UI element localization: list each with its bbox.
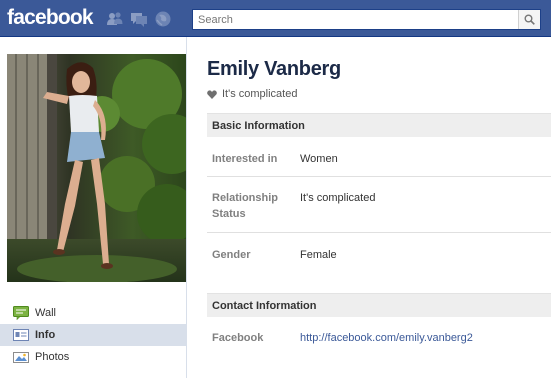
contact-information-header: Contact Information: [207, 293, 551, 317]
info-icon: [13, 329, 29, 341]
info-value: It's complicated: [300, 192, 376, 204]
jewel-bar: [106, 10, 172, 28]
sidebar-item-wall[interactable]: Wall: [0, 302, 186, 324]
info-value: Women: [300, 153, 338, 165]
basic-information-header: Basic Information: [207, 113, 551, 137]
info-label: Gender: [212, 249, 251, 261]
info-label: Relationship Status: [212, 192, 279, 220]
profile-nav: Wall Info Photos: [0, 302, 186, 368]
top-bar: facebook: [0, 0, 551, 37]
photos-icon: [13, 352, 29, 363]
info-value: Female: [300, 249, 337, 261]
info-label: Facebook: [212, 332, 264, 344]
profile-picture[interactable]: [7, 54, 186, 282]
profile-name: Emily Vanberg: [207, 58, 341, 80]
profile-photo-image: [7, 54, 186, 282]
facebook-logo[interactable]: facebook: [7, 6, 94, 30]
main-content: Emily Vanberg It's complicated Basic Inf…: [187, 37, 551, 378]
search-box: [192, 9, 541, 30]
info-row-gender: Gender Female: [207, 233, 551, 273]
info-row-facebook: Facebook http://facebook.com/emily.vanbe…: [207, 323, 551, 351]
relationship-status-line: It's complicated: [207, 88, 297, 100]
status-text: It's complicated: [222, 88, 298, 100]
sidebar-item-label: Wall: [35, 307, 56, 319]
facebook-profile-link[interactable]: http://facebook.com/emily.vanberg2: [300, 330, 473, 346]
heart-icon: [207, 89, 217, 99]
sidebar-item-photos[interactable]: Photos: [0, 346, 186, 368]
search-input[interactable]: [193, 10, 518, 29]
info-label: Interested in: [212, 153, 278, 165]
messages-icon[interactable]: [130, 10, 148, 28]
info-row-interested-in: Interested in Women: [207, 143, 551, 177]
info-row-relationship-status: Relationship Status It's complicated: [207, 177, 551, 233]
notifications-icon[interactable]: [154, 10, 172, 28]
search-icon: [524, 14, 535, 25]
left-column: Wall Info Photos: [0, 37, 186, 378]
sidebar-item-info[interactable]: Info: [0, 324, 186, 346]
search-button[interactable]: [518, 10, 540, 29]
wall-icon: [13, 306, 29, 320]
sidebar-item-label: Photos: [35, 351, 70, 363]
friend-requests-icon[interactable]: [106, 10, 124, 28]
sidebar-item-label: Info: [35, 329, 56, 341]
